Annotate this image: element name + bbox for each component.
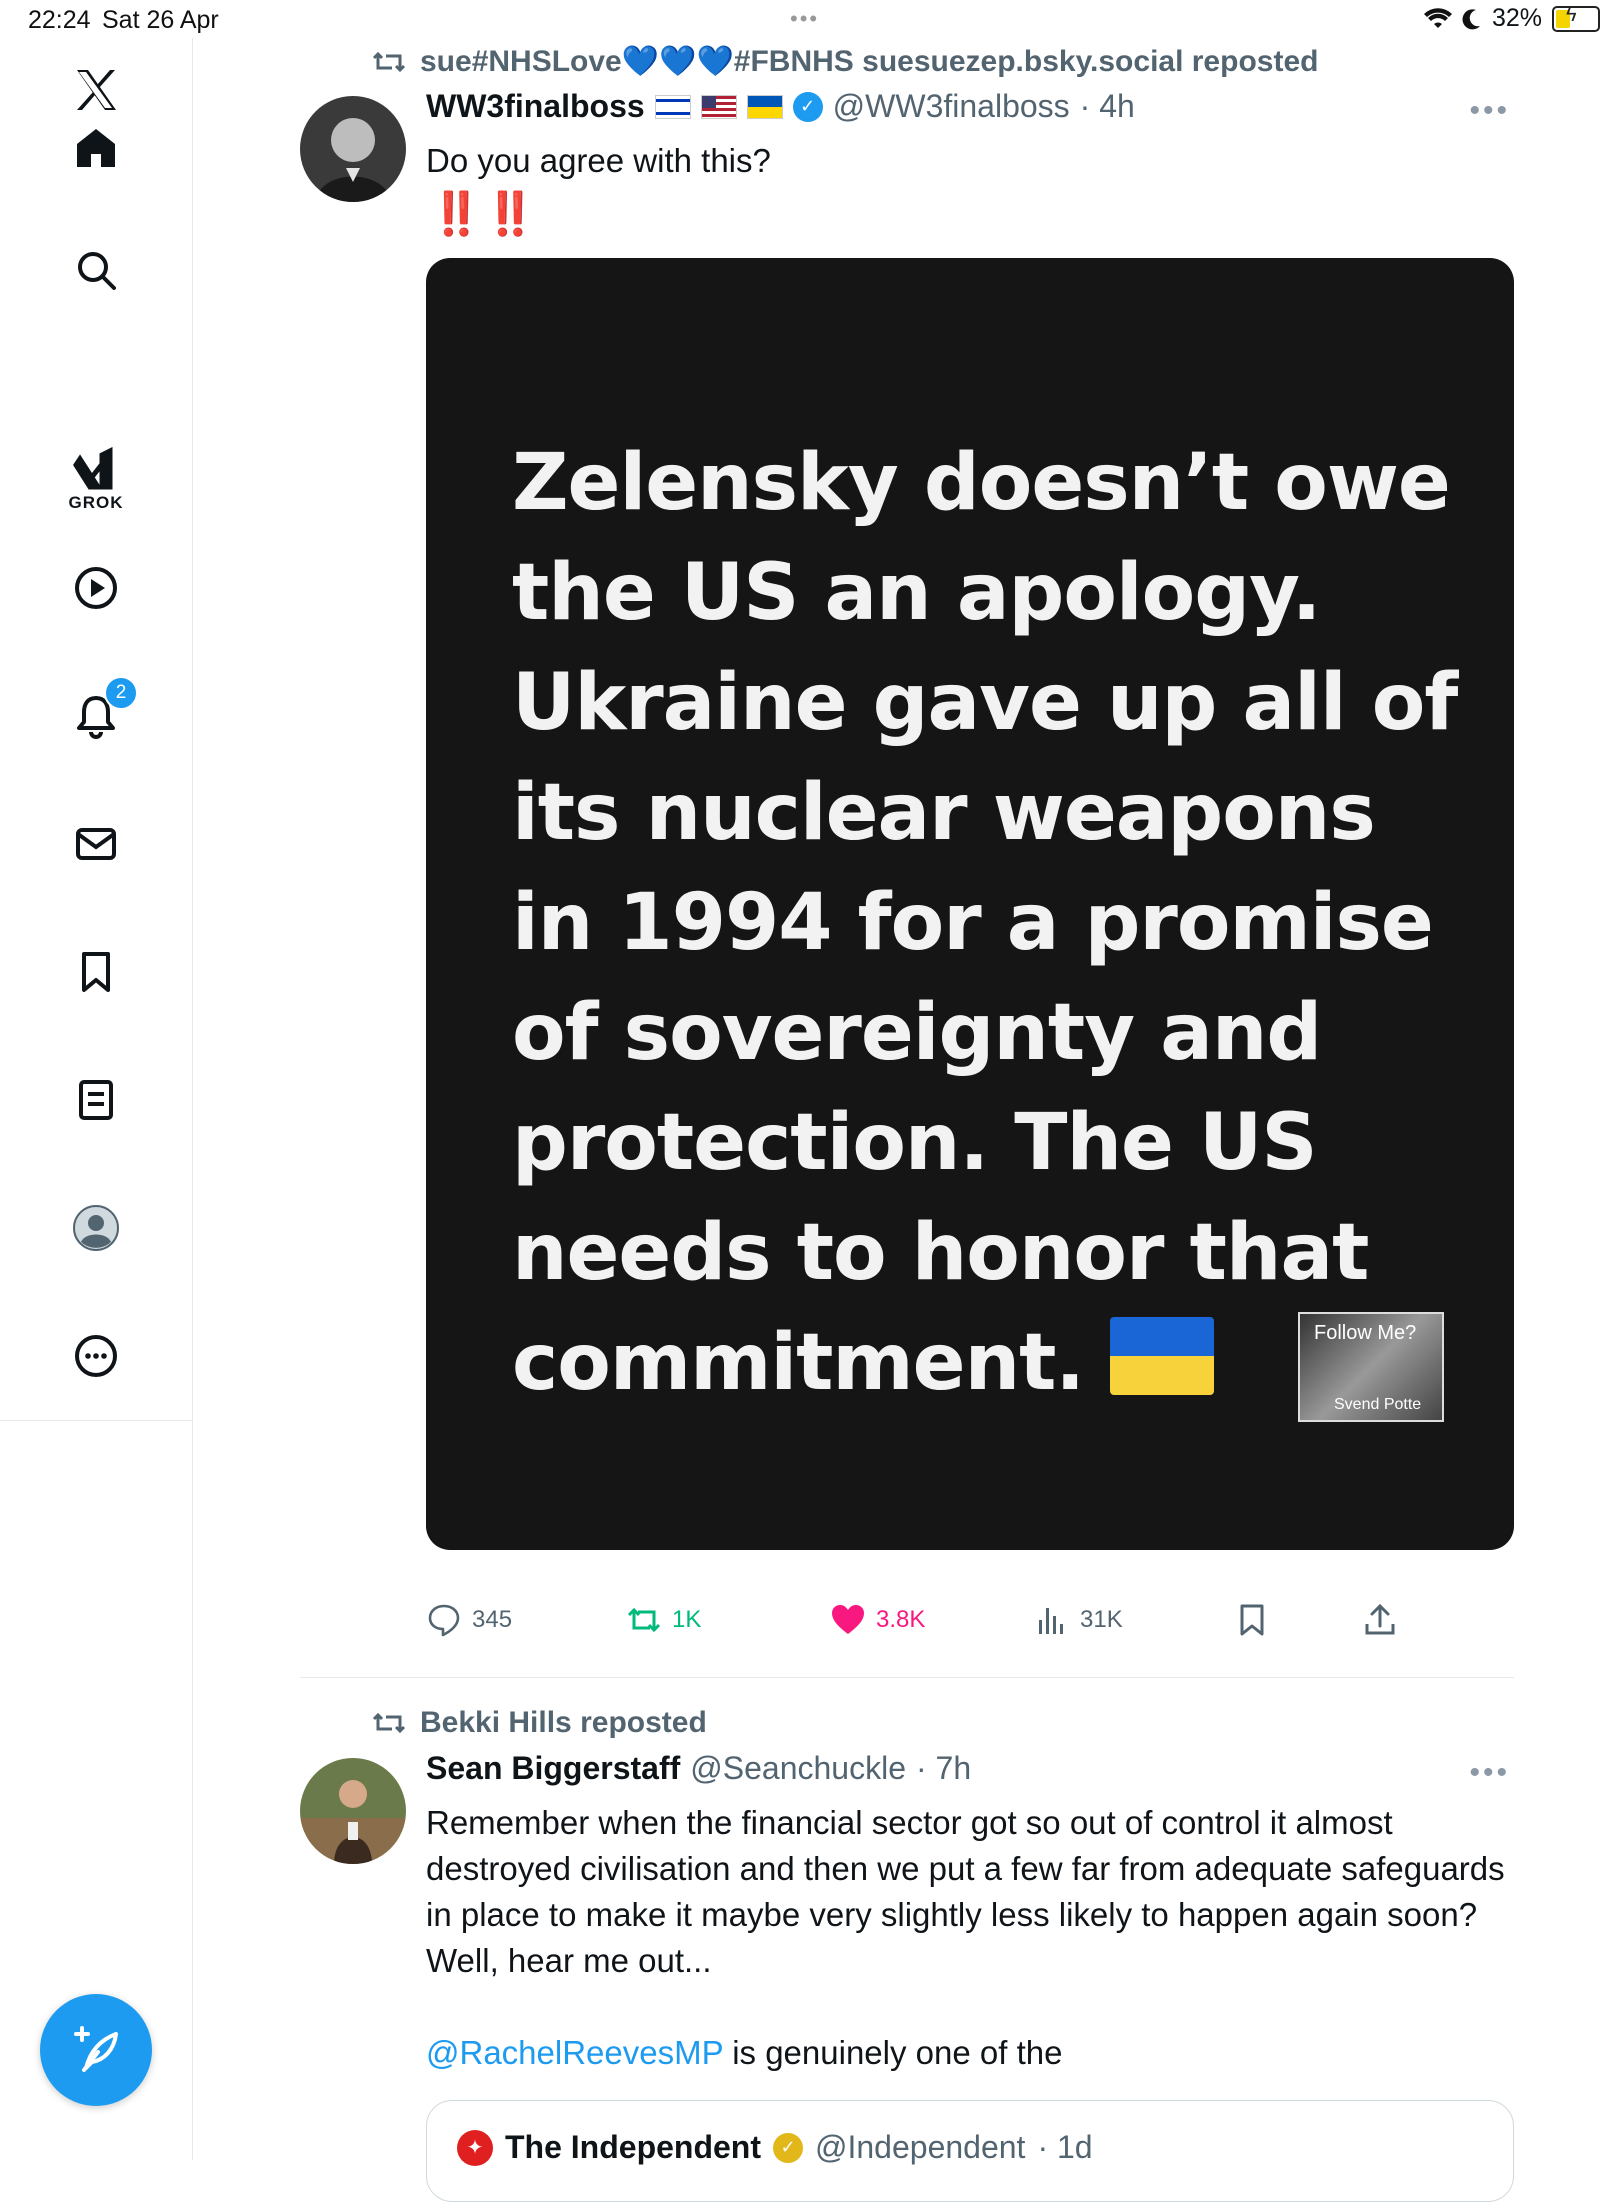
ukraine-flag-icon [746,94,783,119]
mention-link[interactable]: @RachelReevesMP [426,2034,723,2071]
avatar[interactable] [300,1758,406,1864]
avatar[interactable] [300,96,406,202]
quoted-tweet-header: ✦ The Independent ✓ @Independent · 1d [457,2129,1093,2166]
tweet-image[interactable]: Zelensky doesn’t owe the US an apology. … [426,258,1514,1550]
reply-count: 345 [472,1606,513,1633]
more-options-icon[interactable]: ••• [1469,94,1510,128]
author-name[interactable]: WW3finalboss [426,88,645,125]
tweet-divider [300,1677,1514,1678]
author-handle[interactable]: @Seanchuckle [690,1750,906,1787]
share-button[interactable] [1362,1602,1398,1638]
heart-filled-icon [832,1605,864,1634]
tweet-emphasis: ‼️‼️ [430,190,539,237]
repost-context[interactable]: sue#NHSLove💙💙💙#FBNHS suesuezep.bsky.soci… [372,44,1318,79]
post-time[interactable]: · 4h [1080,88,1135,125]
views-icon [1039,1608,1063,1634]
tweet-header: WW3finalboss ✓ @WW3finalboss · 4h [426,88,1135,125]
repost-context[interactable]: Bekki Hills reposted [372,1706,707,1740]
quoted-author-handle[interactable]: @Independent [815,2129,1025,2166]
follow-me-watermark: Follow Me? Svend Potte [1298,1312,1444,1422]
reply-button[interactable]: 345 [426,1602,512,1638]
repost-icon [372,1712,406,1734]
repost-icon [372,51,406,72]
tweet-header: Sean Biggerstaff @Seanchuckle · 7h [426,1750,971,1787]
quoted-tweet[interactable]: ✦ The Independent ✓ @Independent · 1d [426,2100,1514,2202]
tweet-actions: 345 1K 3.8K 31K [426,1596,1426,1646]
repost-context-text: sue#NHSLove💙💙💙#FBNHS suesuezep.bsky.soci… [420,45,1319,78]
us-flag-icon [700,94,737,119]
verified-badge-icon: ✓ [792,91,823,122]
verified-gold-badge-icon: ✓ [773,2132,803,2163]
like-count: 3.8K [876,1606,926,1633]
ukraine-flag-emoji [1110,1317,1215,1395]
repost-context-text: Bekki Hills reposted [420,1706,707,1739]
reply-icon [428,1604,460,1637]
like-button[interactable]: 3.8K [830,1602,925,1638]
author-handle[interactable]: @WW3finalboss [833,88,1070,125]
quoted-post-time[interactable]: · 1d [1037,2129,1092,2166]
tweet-text: Remember when the financial sector got s… [426,1804,1505,1979]
repost-button[interactable]: 1K [626,1602,701,1638]
post-time[interactable]: · 7h [916,1750,971,1787]
quoted-author-name[interactable]: The Independent [505,2129,761,2166]
tweet-text-continued: @RachelReevesMP is genuinely one of the [426,2034,1063,2071]
repost-icon [627,1607,661,1633]
image-caption: Zelensky doesn’t owe the US an apology. … [512,438,1458,1408]
repost-count: 1K [672,1606,702,1633]
bookmark-icon [1240,1604,1264,1636]
timeline-feed: sue#NHSLove💙💙💙#FBNHS suesuezep.bsky.soci… [0,0,1620,2202]
independent-eagle-icon: ✦ [457,2129,493,2166]
bookmark-button[interactable] [1234,1602,1270,1638]
author-name[interactable]: Sean Biggerstaff [426,1750,680,1787]
tweet-text: Do you agree with this? [426,142,771,179]
more-options-icon[interactable]: ••• [1469,1756,1510,1790]
share-icon [1365,1603,1395,1635]
israel-flag-icon [654,94,691,119]
views-button[interactable]: 31K [1034,1602,1123,1638]
view-count: 31K [1080,1606,1123,1633]
